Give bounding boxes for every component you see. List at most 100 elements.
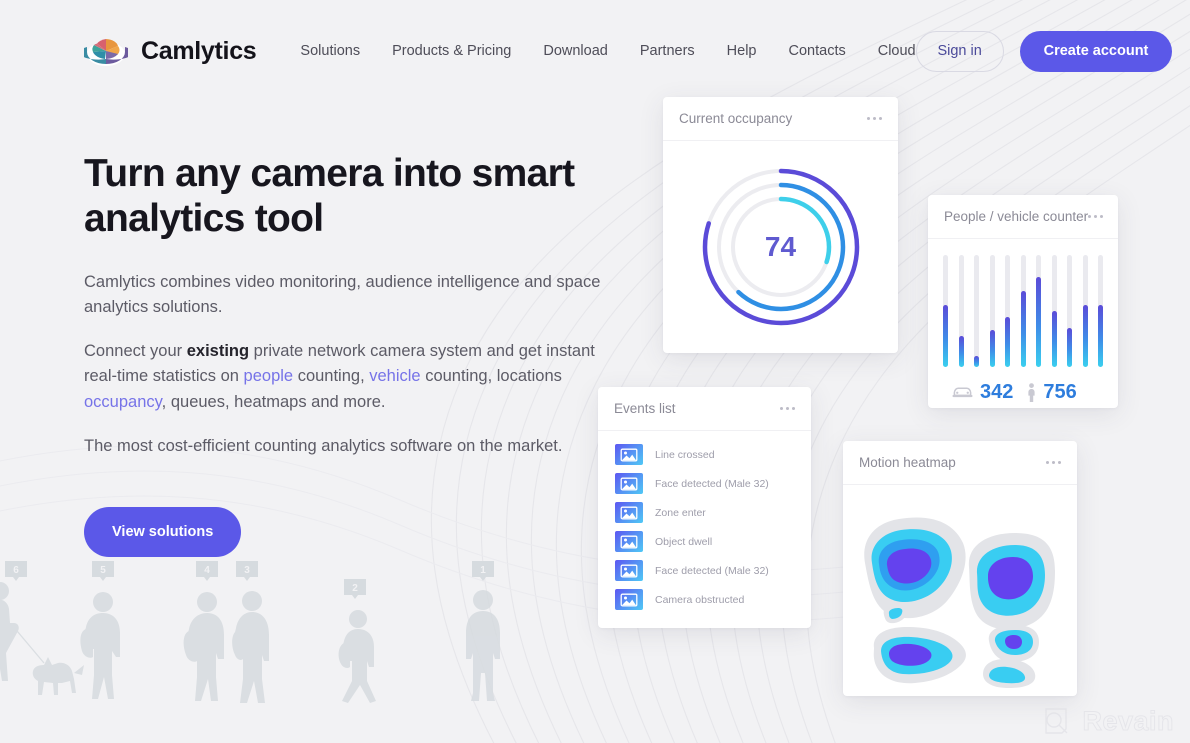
bar-fill [958,335,964,367]
nav-link-cloud[interactable]: Cloud [878,43,916,59]
vehicle-count: 342 [980,381,1014,403]
card-people-vehicle-counter: People / vehicle counter 342 756 [928,195,1118,408]
card-header: Motion heatmap [843,441,1077,485]
p2-part-e: , queues, heatmaps and more. [161,392,386,411]
vehicle-total: 342 [952,381,1013,404]
bar-fill [974,355,979,367]
event-row[interactable]: Face detected (Male 32) [598,469,811,498]
svg-text:5: 5 [100,565,106,576]
event-row[interactable]: Zone enter [598,498,811,527]
bar-track [1005,255,1010,367]
event-label: Face detected (Male 32) [655,477,769,490]
card-header: Events list [598,387,811,431]
p2-part-d: counting, locations [420,367,562,386]
bar-track [1036,255,1041,367]
counter-bar-chart [928,249,1118,367]
tag-3: 3 [236,561,258,581]
image-icon [615,473,643,494]
silhouette-person-6 [0,582,19,681]
event-row[interactable]: Object dwell [598,527,811,556]
bar-fill [1067,327,1072,367]
bar-fill [1020,290,1026,367]
bar-fill [989,330,995,367]
event-row[interactable]: Camera obstructed [598,585,811,614]
image-icon [615,502,643,523]
hero-paragraph-2: Connect your existing private network ca… [84,339,604,416]
bar-track [943,255,948,367]
card-header: Current occupancy [663,97,898,141]
bar-fill [943,305,948,367]
car-icon [952,387,973,398]
silhouette-person-5 [80,592,120,699]
bar-fill [1098,305,1103,367]
create-account-button[interactable]: Create account [1019,30,1173,72]
card-menu-icon[interactable] [1088,215,1104,218]
occupancy-value: 74 [764,231,797,262]
nav-link-help[interactable]: Help [727,43,757,59]
nav-link-solutions[interactable]: Solutions [300,43,360,59]
svg-text:1: 1 [480,565,486,576]
image-icon [615,560,643,581]
card-menu-icon[interactable] [1046,461,1061,464]
header-actions: Sign in Create account [915,30,1173,72]
bar-fill [1051,311,1057,367]
svg-text:3: 3 [244,565,250,576]
card-events-list: Events list Line crossed Face detected (M… [598,387,811,628]
svg-text:2: 2 [352,583,358,594]
link-vehicle[interactable]: vehicle [369,367,420,385]
nav-link-download[interactable]: Download [543,43,608,59]
hero-section: Turn any camera into smart analytics too… [84,152,604,558]
person-icon [1028,382,1035,402]
event-label: Camera obstructed [655,593,745,606]
brand[interactable]: Camlytics [84,31,257,71]
tag-5: 5 [92,561,114,581]
link-occupancy[interactable]: occupancy [84,393,162,411]
silhouette-person-2 [338,610,376,703]
event-row[interactable]: Face detected (Male 32) [598,556,811,585]
camlytics-logo-icon [84,39,128,66]
sign-in-button[interactable]: Sign in [915,30,1004,72]
bar-track [1082,255,1088,367]
bar-track [1098,255,1103,367]
silhouette-person-1 [466,590,500,701]
brand-name: Camlytics [141,36,257,65]
bar-track [1020,255,1026,367]
view-solutions-button[interactable]: View solutions [84,507,242,558]
nav-link-contacts[interactable]: Contacts [789,43,846,59]
p2-part-c: counting, [293,367,370,386]
card-header: People / vehicle counter [928,195,1118,239]
image-icon [615,589,643,610]
main-nav: Solutions Products & Pricing Download Pa… [300,43,915,59]
people-silhouettes: 6 5 4 3 2 1 [0,561,500,703]
heatmap-visualization [843,485,1077,696]
hero-paragraph-1: Camlytics combines video monitoring, aud… [84,272,601,317]
bar-track [958,255,964,367]
event-row[interactable]: Line crossed [598,440,811,469]
bar-track [974,255,979,367]
revain-watermark-text: Revain [1082,705,1174,736]
silhouette-dog [32,657,84,695]
bar-fill [1082,305,1088,367]
bar-track [1067,255,1072,367]
card-title-events: Events list [614,401,676,416]
event-label: Line crossed [655,448,715,461]
silhouette-person-4 [183,592,224,701]
card-current-occupancy: Current occupancy 74 [663,97,898,353]
site-header: Camlytics Solutions Products & Pricing D… [0,0,1190,102]
nav-link-partners[interactable]: Partners [640,43,695,59]
bar-track [989,255,995,367]
card-menu-icon[interactable] [867,117,882,120]
image-icon [615,444,643,465]
card-menu-icon[interactable] [780,407,795,410]
nav-link-products-pricing[interactable]: Products & Pricing [392,43,511,59]
tag-1: 1 [472,561,494,581]
event-label: Zone enter [655,506,706,519]
svg-text:6: 6 [13,565,19,576]
event-label: Object dwell [655,535,713,548]
hero-paragraph-3: The most cost-efficient counting analyti… [84,436,563,455]
link-people[interactable]: people [244,367,294,385]
image-icon [615,531,643,552]
people-count: 756 [1043,381,1077,403]
events-list: Line crossed Face detected (Male 32) Zone … [598,431,811,614]
p2-bold-existing: existing [186,341,250,360]
